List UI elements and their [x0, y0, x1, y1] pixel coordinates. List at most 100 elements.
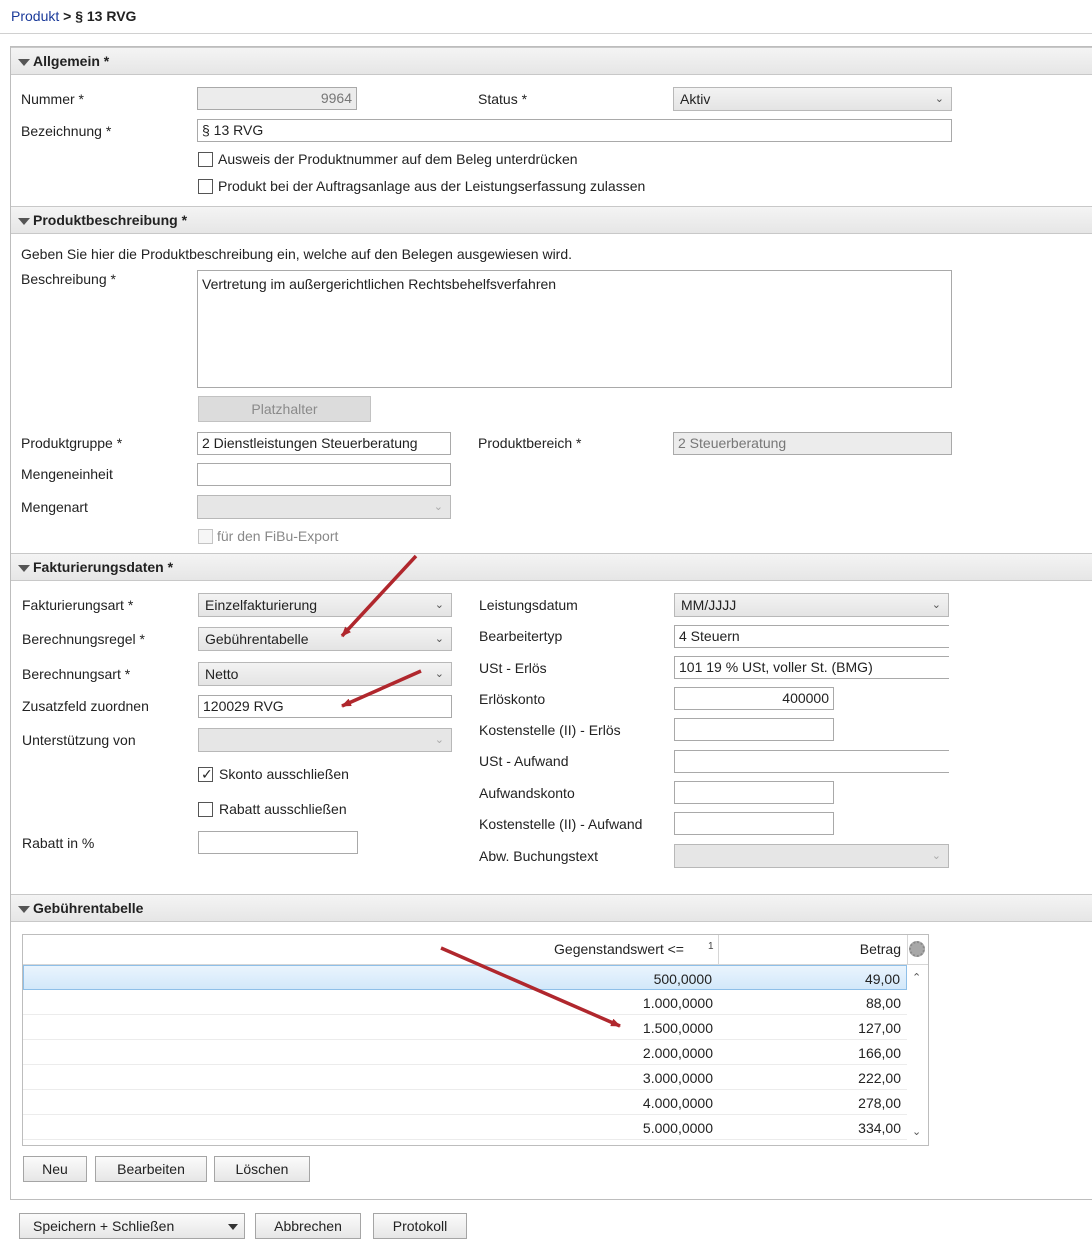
aufwandskonto-field[interactable]: [674, 781, 834, 804]
breadcrumb-root-link[interactable]: Produkt: [11, 8, 59, 24]
loeschen-button[interactable]: Löschen: [214, 1156, 310, 1182]
table-row[interactable]: 3.000,0000 222,00: [23, 1065, 907, 1090]
bezeichnung-field[interactable]: § 13 RVG: [197, 119, 952, 142]
ust-erloes-label: USt - Erlös: [479, 660, 547, 676]
neu-button[interactable]: Neu: [23, 1156, 87, 1182]
table-row[interactable]: 2.000,0000 166,00: [23, 1040, 907, 1065]
column-divider: [718, 935, 719, 965]
zulassen-label: Produkt bei der Auftragsanlage aus der L…: [218, 178, 646, 194]
speichern-schliessen-button[interactable]: Speichern + Schließen: [19, 1213, 245, 1239]
aufwandskonto-label: Aufwandskonto: [479, 785, 575, 801]
top-divider: [0, 33, 1092, 34]
chevron-down-icon: ⌄: [433, 501, 443, 513]
section-header-fakturierungsdaten[interactable]: Fakturierungsdaten *: [11, 553, 1092, 581]
betrag-cell: 278,00: [858, 1095, 901, 1111]
column-header-betrag[interactable]: Betrag: [860, 941, 901, 957]
rabatt-label: Rabatt in %: [22, 835, 95, 851]
section-header-allgemein[interactable]: Allgemein *: [11, 47, 1092, 75]
unterdruecken-label: Ausweis der Produktnummer auf dem Beleg …: [218, 151, 578, 167]
bearbeiten-button[interactable]: Bearbeiten: [95, 1156, 207, 1182]
ust-erloes-field[interactable]: 101 19 % USt, voller St. (BMG): [674, 656, 949, 679]
bezeichnung-label: Bezeichnung *: [21, 123, 112, 139]
betrag-cell: 222,00: [858, 1070, 901, 1086]
berechnungsregel-value: Gebührentabelle: [205, 631, 309, 647]
rabatt-field[interactable]: [198, 831, 358, 854]
kst-erloes-label: Kostenstelle (II) - Erlös: [479, 722, 621, 738]
leistungsdatum-label: Leistungsdatum: [479, 597, 578, 613]
chevron-down-icon: ⌄: [934, 93, 944, 105]
collapse-triangle-icon: [18, 218, 30, 225]
kst-erloes-field[interactable]: [674, 718, 834, 741]
zulassen-checkbox[interactable]: [198, 179, 213, 194]
betrag-cell: 49,00: [864, 971, 900, 987]
table-row[interactable]: 4.000,0000 278,00: [23, 1090, 907, 1115]
produktgruppe-label: Produktgruppe *: [21, 435, 123, 451]
sort-ascending-icon: ˆ: [694, 934, 698, 944]
unterstuetzung-select: ⌄: [198, 728, 452, 752]
sort-order-badge: 1: [708, 941, 714, 952]
fakturierungsart-value: Einzelfakturierung: [205, 597, 318, 613]
beschreibung-textarea[interactable]: Vertretung im außergerichtlichen Rechtsb…: [197, 270, 952, 388]
gebuehren-grid: Gegenstandswert <= ˆ 1 Betrag 500,0000 49…: [22, 934, 929, 1146]
fakturierungsart-select[interactable]: Einzelfakturierung ⌄: [198, 593, 452, 617]
skonto-checkbox[interactable]: ✓: [198, 766, 213, 782]
breadcrumb-separator: >: [63, 8, 72, 24]
bearbeitertyp-field[interactable]: 4 Steuern: [674, 625, 949, 648]
produktgruppe-field[interactable]: 2 Dienstleistungen Steuerberatung: [197, 432, 451, 455]
produktbereich-label: Produktbereich *: [478, 435, 582, 451]
fibu-export-checkbox: [198, 529, 213, 544]
rabatt-ausschliessen-checkbox[interactable]: [198, 802, 213, 817]
nummer-field: 9964: [197, 87, 357, 110]
status-label: Status *: [478, 91, 528, 107]
dropdown-caret-icon[interactable]: [228, 1224, 238, 1230]
buchungstext-label: Abw. Buchungstext: [479, 848, 599, 864]
buchungstext-select[interactable]: ⌄: [674, 844, 949, 868]
scroll-down-icon[interactable]: ⌄: [912, 1125, 921, 1138]
gegenstandswert-cell: 4.000,0000: [642, 1095, 713, 1111]
erloeskonto-field[interactable]: 400000: [674, 687, 834, 710]
abbrechen-button[interactable]: Abbrechen: [255, 1213, 361, 1239]
table-row[interactable]: 5.000,0000 334,00: [23, 1115, 907, 1140]
breadcrumb-current: § 13 RVG: [75, 8, 137, 24]
rabatt-ausschliessen-label: Rabatt ausschließen: [219, 801, 347, 817]
gegenstandswert-cell: 5.000,0000: [642, 1120, 713, 1136]
erloeskonto-label: Erlöskonto: [479, 691, 546, 707]
gear-icon[interactable]: [909, 941, 925, 957]
platzhalter-button[interactable]: Platzhalter: [198, 396, 371, 422]
table-row[interactable]: 1.500,0000 127,00: [23, 1015, 907, 1040]
zusatzfeld-label: Zusatzfeld zuordnen: [22, 698, 149, 714]
status-select[interactable]: Aktiv ⌄: [673, 87, 952, 111]
bearbeitertyp-label: Bearbeitertyp: [479, 628, 563, 644]
section-header-gebuehrentabelle[interactable]: Gebührentabelle: [11, 894, 1092, 922]
column-header-gegenstandswert[interactable]: Gegenstandswert <=: [554, 941, 684, 957]
section-header-produktbeschreibung[interactable]: Produktbeschreibung *: [11, 206, 1092, 234]
table-row[interactable]: 1.000,0000 88,00: [23, 990, 907, 1015]
gegenstandswert-cell: 3.000,0000: [642, 1070, 713, 1086]
grid-header: Gegenstandswert <= ˆ 1 Betrag: [23, 935, 928, 965]
berechnungsregel-select[interactable]: Gebührentabelle ⌄: [198, 627, 452, 651]
berechnungsart-label: Berechnungsart *: [22, 666, 131, 682]
betrag-cell: 88,00: [865, 995, 901, 1011]
mengeneinheit-label: Mengeneinheit: [21, 466, 113, 482]
table-row[interactable]: 500,0000 49,00: [23, 965, 907, 990]
ust-aufwand-field[interactable]: [674, 750, 949, 773]
mengeneinheit-field[interactable]: [197, 463, 451, 486]
berechnungsart-select[interactable]: Netto ⌄: [198, 662, 452, 686]
leistungsdatum-select[interactable]: MM/JJJJ ⌄: [674, 593, 949, 617]
unterdruecken-checkbox[interactable]: [198, 152, 213, 167]
section-title: Fakturierungsdaten *: [33, 559, 174, 575]
nummer-label: Nummer *: [21, 91, 85, 107]
protokoll-button[interactable]: Protokoll: [373, 1213, 467, 1239]
scroll-up-icon[interactable]: ⌃: [912, 971, 921, 984]
beschreibung-label: Beschreibung *: [21, 271, 116, 287]
collapse-triangle-icon: [18, 59, 30, 66]
collapse-triangle-icon: [18, 906, 30, 913]
leistungsdatum-value: MM/JJJJ: [681, 597, 737, 613]
kst-aufwand-field[interactable]: [674, 812, 834, 835]
zusatzfeld-field[interactable]: 120029 RVG: [198, 695, 452, 718]
grid-scrollbar[interactable]: ⌃ ⌄: [907, 965, 928, 1145]
chevron-down-icon: ⌄: [434, 633, 444, 645]
fakturierungsart-label: Fakturierungsart *: [22, 597, 134, 613]
beschreibung-hint: Geben Sie hier die Produktbeschreibung e…: [21, 246, 573, 262]
kst-aufwand-label: Kostenstelle (II) - Aufwand: [479, 816, 643, 832]
